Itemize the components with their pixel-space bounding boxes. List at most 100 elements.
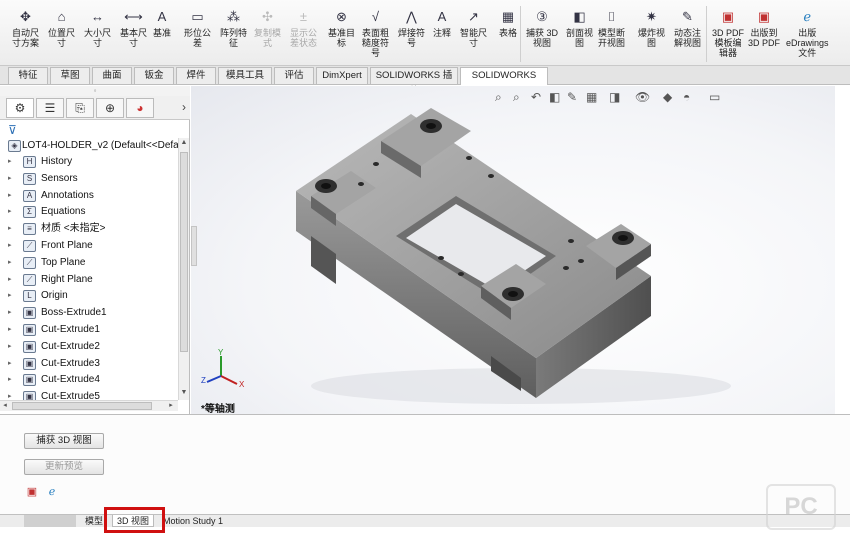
expand-arrow-icon[interactable]: ▸ [8,238,12,254]
tree-item-label: Cut-Extrude1 [41,324,100,335]
ribbon-button-location-dim[interactable]: ⌂ 位置尺 寸 [48,8,75,48]
dynamic-annotation-view-icon: ✎ [682,9,693,24]
scroll-thumb-horizontal[interactable] [12,402,152,410]
ribbon-button-exploded-view[interactable]: ✷ 爆炸视 图 [638,8,665,48]
dimxpert-manager-tab-icon[interactable]: ⊕ [96,98,124,118]
tree-item[interactable]: ▸ ▣ Boss-Extrude1 [0,305,178,321]
expand-arrow-icon[interactable]: ▸ [8,322,12,338]
tab-9[interactable]: SOLIDWORKS MBD [460,67,548,97]
tree-item[interactable]: ▸ ▣ Cut-Extrude1 [0,322,178,338]
expand-arrow-icon[interactable]: ▸ [8,389,12,400]
ribbon-button-copy-scheme[interactable]: ✣ 复制模 式 [254,8,281,48]
tree-item[interactable]: ▸ S Sensors [0,171,178,187]
tab-motion-study[interactable]: Motion Study 1 [160,515,226,527]
tree-item[interactable]: ▸ Σ Equations [0,204,178,220]
expand-arrow-icon[interactable]: ▸ [8,288,12,304]
tab-2[interactable]: 曲面 [92,67,132,84]
section-view-icon: ◧ [573,9,586,24]
ribbon-button-section-view[interactable]: ◧ 剖面视 图 [566,8,593,48]
tree-item[interactable]: ▸ H History [0,154,178,170]
scroll-thumb[interactable] [180,152,188,352]
display-manager-tab-icon[interactable]: ◕ [126,98,154,118]
graphics-area[interactable]: ⌕ ⌕ ↶ ◧ ✎ ▦ ◨ 👁 ◆ ◓ ▭ Y X Z *等轴测 [191,86,835,414]
tree-item[interactable]: ▸ ⟋ Front Plane [0,238,178,254]
ribbon-button-model-break-view[interactable]: ⌷ 模型断 开视图 [598,8,625,48]
ribbon-button-smart-dim-scheme[interactable]: ✥ 自动尺 寸方案 [12,8,39,48]
scroll-left-icon[interactable]: ◂ [0,401,10,411]
table-icon: ▦ [501,9,515,24]
expand-arrow-icon[interactable]: ▸ [8,171,12,187]
ribbon-button-note[interactable]: A 注释 [432,8,452,38]
ribbon-button-label: 智能尺 寸 [460,28,488,48]
tab-0[interactable]: 特征 [8,67,48,84]
ribbon-button-size-dim[interactable]: ↔ 大小尺 寸 [84,8,111,48]
tab-4[interactable]: 焊件 [176,67,216,84]
expand-arrow-icon[interactable]: ▸ [8,188,12,204]
tree-item[interactable]: ▸ ▣ Cut-Extrude5 [0,389,178,400]
chevron-right-icon[interactable]: › [182,100,186,114]
tree-item[interactable]: ▸ L Origin [0,288,178,304]
scroll-up-icon[interactable]: ▲ [180,138,188,148]
ribbon-button-dynamic-annotation-view[interactable]: ✎ 动态注 解视图 [674,8,701,48]
expand-arrow-icon[interactable]: ▸ [8,272,12,288]
tree-item[interactable]: ▸ ▣ Cut-Extrude4 [0,372,178,388]
tree-item[interactable]: ▸ ▣ Cut-Extrude2 [0,339,178,355]
feature-manager-tab-icon[interactable]: ⚙ [6,98,34,118]
triad-y-label: Y [218,348,224,357]
tab-1[interactable]: 草图 [50,67,90,84]
tree-item[interactable]: ▸ ≡ 材质 <未指定> [0,221,178,237]
surface-finish-icon: √ [371,9,380,24]
ribbon-button-smart-dimension[interactable]: ↗ 智能尺 寸 [460,8,487,48]
datum-target-icon: ⊗ [336,9,347,24]
expand-arrow-icon[interactable]: ▸ [8,255,12,271]
tree-item[interactable]: ▸ ▣ Cut-Extrude3 [0,356,178,372]
scroll-down-icon[interactable]: ▼ [180,388,188,398]
expand-arrow-icon[interactable]: ▸ [8,339,12,355]
geometric-tolerance-icon: ▭ [191,9,204,24]
update-preview-button[interactable]: 更新预览 [24,459,104,475]
expand-arrow-icon[interactable]: ▸ [8,204,12,220]
tab-model[interactable]: 模型 [84,515,104,527]
ribbon-button-surface-finish[interactable]: √ 表面粗 糙度符 号 [362,8,389,58]
ribbon-button-basic-dim[interactable]: ⟷ 基本尺 寸 [120,8,147,48]
ribbon-button-pattern-feature[interactable]: ⁂ 阵列特 征 [220,8,247,48]
capture-3d-view-button[interactable]: 捕获 3D 视图 [24,433,104,449]
tree-root[interactable]: ◈ LOT4-HOLDER_v2 (Default<<Defa [0,138,178,154]
panel-grip[interactable]: ◦ [0,86,190,96]
expand-arrow-icon[interactable]: ▸ [8,305,12,321]
scroll-right-icon[interactable]: ▸ [166,401,176,411]
ribbon-button-capture-3d-view[interactable]: ③ 捕获 3D 视图 [526,8,558,48]
ribbon-button-tolerance-status[interactable]: ± 显示公 差状态 [290,8,317,48]
tree-item[interactable]: ▸ ⟋ Right Plane [0,272,178,288]
ribbon-button-table[interactable]: ▦ 表格 [498,8,518,38]
ribbon-button-label: 出版 eDrawings 文件 [786,28,829,58]
edrawings-icon[interactable]: ℯ [44,485,60,499]
3d-pdf-icon[interactable]: ▣ [24,485,40,499]
expand-arrow-icon[interactable]: ▸ [8,221,12,237]
tab-5[interactable]: 模具工具 [218,67,272,84]
tree-item[interactable]: ▸ ⟋ Top Plane [0,255,178,271]
tab-8[interactable]: SOLIDWORKS 插件 [370,67,458,97]
tree-item[interactable]: ▸ A Annotations [0,188,178,204]
ribbon-button-weld-symbol[interactable]: ⋀ 焊接符 号 [398,8,425,48]
part-model[interactable] [191,86,835,414]
tab-3[interactable]: 钣金 [134,67,174,84]
expand-arrow-icon[interactable]: ▸ [8,356,12,372]
property-manager-tab-icon[interactable]: ☰ [36,98,64,118]
tab-6[interactable]: 评估 [274,67,314,84]
configuration-manager-tab-icon[interactable]: ⎘ [66,98,94,118]
expand-arrow-icon[interactable]: ▸ [8,154,12,170]
tree-horizontal-scrollbar[interactable]: ◂ ▸ [0,400,178,411]
ribbon-button-publish-3d-pdf[interactable]: ▣ 出版到 3D PDF [748,8,780,48]
material-icon: ≡ [23,223,36,236]
tab-7[interactable]: DimXpert [316,67,368,84]
ribbon-button-datum-target[interactable]: ⊗ 基准目 标 [328,8,355,48]
filter-icon[interactable]: ⊽ [8,123,17,137]
tree-vertical-scrollbar[interactable]: ▲ ▼ [178,138,189,400]
ribbon-button-datum[interactable]: A 基准 [152,8,172,38]
ribbon-button-edrawings[interactable]: ℯ 出版 eDrawings 文件 [786,8,829,58]
model-break-view-icon: ⌷ [607,9,616,24]
expand-arrow-icon[interactable]: ▸ [8,372,12,388]
ribbon-button-geometric-tolerance[interactable]: ▭ 形位公 差 [184,8,211,48]
ribbon-button-3d-pdf-template[interactable]: ▣ 3D PDF 模板编 辑器 [712,8,744,58]
